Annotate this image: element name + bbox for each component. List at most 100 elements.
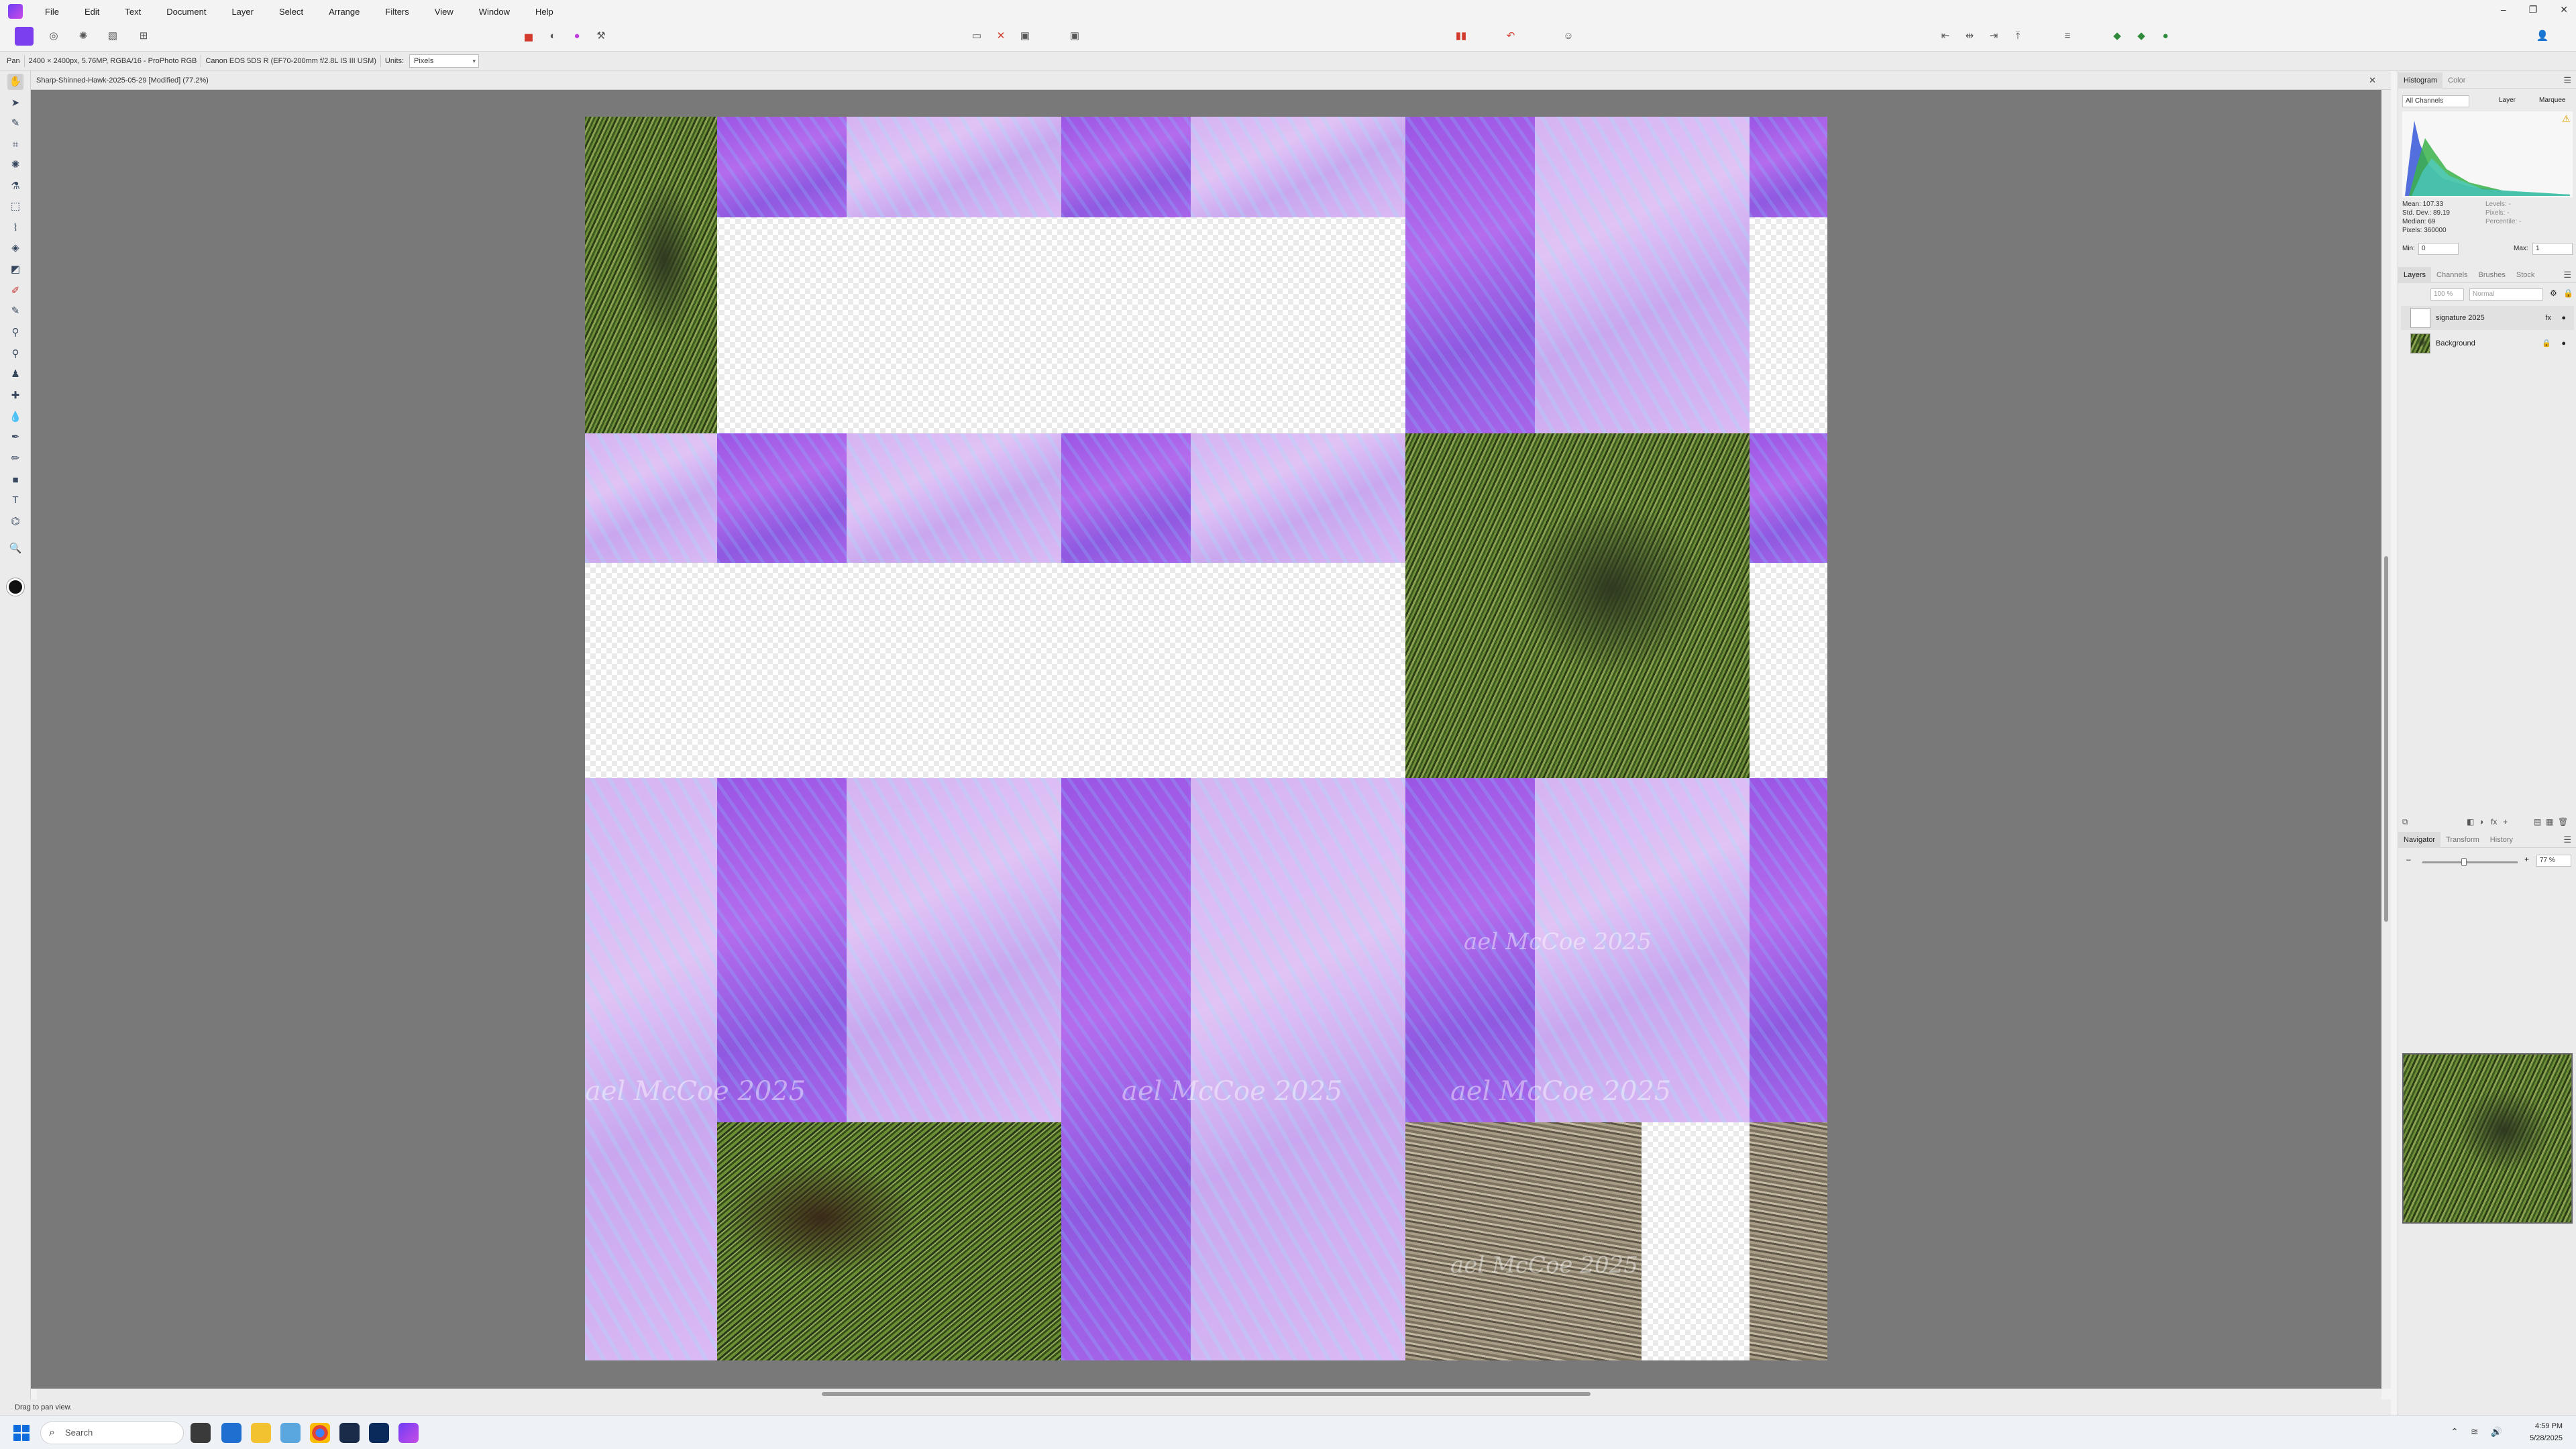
- blend-mode-dropdown[interactable]: Normal: [2469, 288, 2543, 301]
- layer-row[interactable]: signature 2025 fx ●: [2401, 306, 2574, 330]
- clock[interactable]: 4:59 PM 5/28/2025: [2530, 1420, 2563, 1444]
- align-center-icon[interactable]: ⇹: [1962, 28, 1978, 44]
- menu-select[interactable]: Select: [266, 7, 316, 17]
- photo-persona-icon[interactable]: [15, 27, 34, 46]
- clone-brush-icon[interactable]: ♟: [7, 366, 23, 382]
- tab-layers[interactable]: Layers: [2398, 266, 2432, 283]
- lock-icon[interactable]: 🔒: [2563, 288, 2573, 298]
- color-swatch[interactable]: [7, 578, 24, 596]
- hand-icon[interactable]: ✋: [7, 74, 23, 90]
- group-icon[interactable]: ▤: [2534, 817, 2541, 826]
- zoom-field[interactable]: 77 %: [2536, 855, 2571, 867]
- close-icon[interactable]: ✕: [2560, 4, 2568, 15]
- live-filter-icon[interactable]: fx: [2491, 817, 2497, 826]
- tab-navigator[interactable]: Navigator: [2398, 831, 2441, 848]
- menu-text[interactable]: Text: [112, 7, 154, 17]
- view-mode-icon[interactable]: ☺: [1560, 28, 1576, 44]
- paint-brush-icon[interactable]: ✐: [7, 283, 23, 299]
- close-document-icon[interactable]: ✕: [2369, 71, 2376, 90]
- menu-edit[interactable]: Edit: [72, 7, 112, 17]
- zoom-slider[interactable]: [2422, 858, 2518, 866]
- opacity-field[interactable]: 100 %: [2430, 288, 2464, 301]
- vertical-scrollbar[interactable]: [2381, 90, 2391, 1389]
- document-image[interactable]: ael McCoe 2025 ael McCoe 2025 ael McCoe …: [585, 117, 1827, 1360]
- adjustment-icon[interactable]: ◑: [2479, 817, 2483, 826]
- lock-icon[interactable]: 🔒: [2542, 331, 2551, 356]
- boolean-add-icon[interactable]: ◆: [2109, 28, 2125, 44]
- scrollbar-thumb[interactable]: [2384, 556, 2388, 922]
- shape-tool-icon[interactable]: ■: [7, 472, 23, 488]
- layer-row[interactable]: Background 🔒 ●: [2401, 331, 2574, 356]
- tab-channels[interactable]: Channels: [2431, 271, 2473, 279]
- align-left-icon[interactable]: ⇤: [1937, 28, 1953, 44]
- move-tool-icon[interactable]: ➤: [7, 95, 23, 111]
- max-input[interactable]: 1: [2532, 243, 2573, 255]
- quick-mask-icon[interactable]: ▣: [1067, 28, 1083, 44]
- windows-start-icon[interactable]: [13, 1425, 30, 1441]
- auto-contrast-icon[interactable]: ⚒: [593, 28, 609, 44]
- visibility-icon[interactable]: ●: [2561, 331, 2566, 356]
- bridge-app-icon[interactable]: [339, 1423, 360, 1443]
- menu-filters[interactable]: Filters: [372, 7, 421, 17]
- panel-menu-icon[interactable]: ☰: [2563, 75, 2571, 86]
- scrollbar-thumb[interactable]: [822, 1392, 1591, 1396]
- task-view-icon[interactable]: [191, 1423, 211, 1443]
- boolean-subtract-icon[interactable]: ◆: [2133, 28, 2149, 44]
- zoom-tool-icon[interactable]: 🔍: [7, 541, 23, 557]
- menu-view[interactable]: View: [422, 7, 466, 17]
- navigator-preview[interactable]: [2402, 1053, 2573, 1224]
- tab-color[interactable]: Color: [2443, 76, 2471, 85]
- photos-app-icon[interactable]: [280, 1423, 301, 1443]
- panel-menu-icon[interactable]: ☰: [2563, 270, 2571, 280]
- marquee-option[interactable]: Marquee: [2539, 97, 2565, 104]
- tab-histogram[interactable]: Histogram: [2398, 72, 2443, 89]
- liquify-persona-icon[interactable]: ◎: [46, 28, 62, 44]
- align-top-icon[interactable]: ⤒: [2010, 28, 2026, 44]
- trash-icon[interactable]: 🗑: [2558, 817, 2568, 826]
- fx-icon[interactable]: fx: [2545, 306, 2551, 330]
- chrome-icon[interactable]: [310, 1423, 330, 1443]
- account-icon[interactable]: 👤: [2534, 28, 2551, 44]
- photoshop-icon[interactable]: [369, 1423, 389, 1443]
- mesh-warp-icon[interactable]: ⌬: [7, 514, 23, 530]
- crop-tool-icon[interactable]: ⌗: [7, 137, 23, 153]
- panel-menu-icon[interactable]: ☰: [2563, 835, 2571, 845]
- export-persona-icon[interactable]: ⊞: [136, 28, 152, 44]
- gradient-tool-icon[interactable]: ◩: [7, 262, 23, 278]
- zoom-in-icon[interactable]: +: [2524, 855, 2529, 864]
- settings-gear-icon[interactable]: ⚙: [2550, 288, 2557, 298]
- marquee-tool-icon[interactable]: ⬚: [7, 199, 23, 215]
- channels-dropdown[interactable]: All Channels: [2402, 95, 2469, 107]
- tab-stock[interactable]: Stock: [2511, 271, 2540, 279]
- boolean-intersect-icon[interactable]: ●: [2157, 28, 2174, 44]
- flood-select-icon[interactable]: ⚗: [7, 178, 23, 195]
- menu-arrange[interactable]: Arrange: [316, 7, 372, 17]
- restore-icon[interactable]: ❐: [2529, 4, 2538, 15]
- freehand-select-icon[interactable]: ⌇: [7, 220, 23, 236]
- file-explorer-icon[interactable]: [251, 1423, 271, 1443]
- erase-brush-icon[interactable]: ✎: [7, 303, 23, 319]
- deselect-icon[interactable]: ✕: [993, 28, 1009, 44]
- zoom-slider-thumb[interactable]: [2461, 858, 2467, 866]
- healing-brush-icon[interactable]: ✚: [7, 388, 23, 404]
- histogram-shortcut-icon[interactable]: ▅: [521, 28, 537, 44]
- assistant-icon[interactable]: ▮▮: [1453, 28, 1469, 44]
- blur-brush-icon[interactable]: 💧: [7, 409, 23, 425]
- min-input[interactable]: 0: [2418, 243, 2459, 255]
- color-balance-icon[interactable]: ●: [569, 28, 585, 44]
- horizontal-scrollbar[interactable]: [37, 1389, 2381, 1399]
- volume-icon[interactable]: 🔊: [2491, 1426, 2502, 1438]
- selection-brush-icon[interactable]: ✺: [7, 157, 23, 173]
- dodge-brush-icon[interactable]: ⚲: [7, 325, 23, 341]
- snapping-icon[interactable]: ↶: [1503, 28, 1519, 44]
- color-picker-icon[interactable]: ✎: [7, 115, 23, 131]
- mask-layer-icon[interactable]: ◧: [2467, 817, 2474, 826]
- levels-icon[interactable]: ◐: [545, 28, 561, 44]
- invert-selection-icon[interactable]: ▣: [1017, 28, 1033, 44]
- wifi-icon[interactable]: ≋: [2471, 1426, 2479, 1438]
- tab-history[interactable]: History: [2485, 836, 2518, 844]
- tab-brushes[interactable]: Brushes: [2473, 271, 2511, 279]
- arrange-icon[interactable]: ≡: [2059, 28, 2076, 44]
- chevron-up-icon[interactable]: ⌃: [2451, 1426, 2459, 1438]
- flood-fill-icon[interactable]: ◈: [7, 240, 23, 256]
